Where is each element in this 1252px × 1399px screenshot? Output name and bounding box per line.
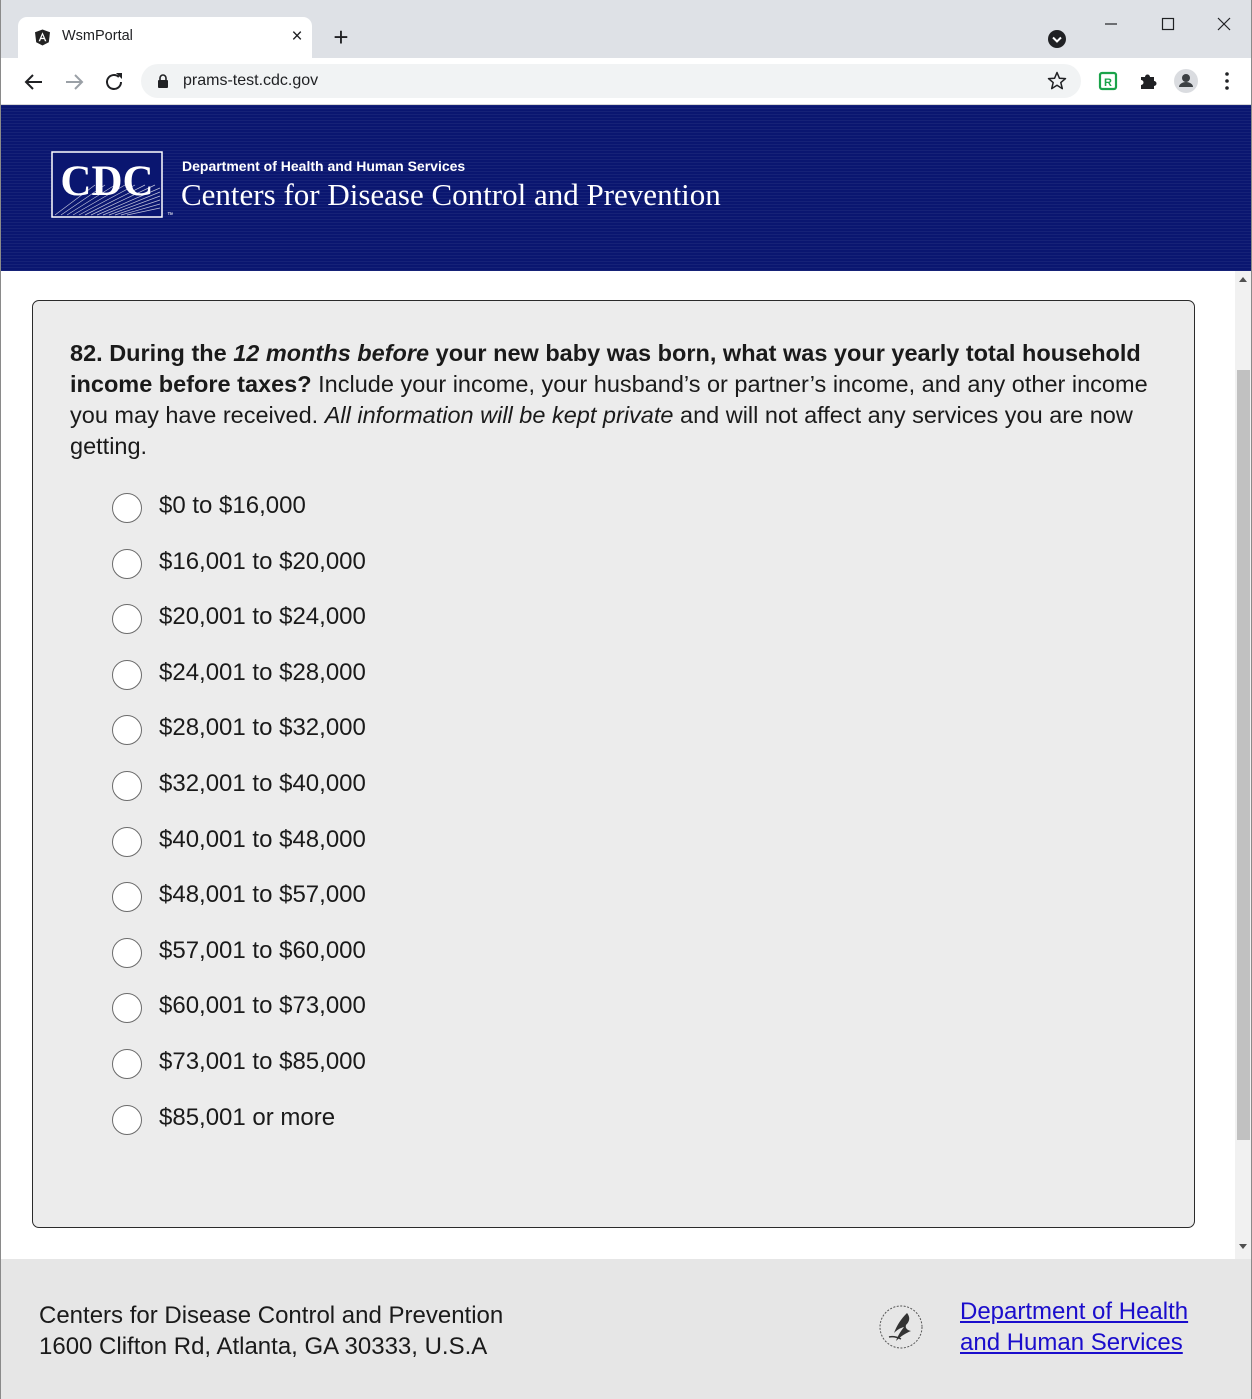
page-scrollbar[interactable] bbox=[1235, 271, 1251, 1259]
scroll-up-arrow-icon[interactable] bbox=[1239, 277, 1247, 282]
radio-button[interactable] bbox=[112, 548, 142, 579]
radio-button[interactable] bbox=[112, 937, 142, 968]
option-label[interactable]: $57,001 to $60,000 bbox=[159, 937, 366, 965]
question-text: 82. During the 12 months before your new… bbox=[70, 338, 1170, 462]
lock-icon[interactable] bbox=[157, 74, 169, 88]
extensions-puzzle-icon[interactable] bbox=[1135, 68, 1161, 94]
option-row[interactable]: $60,001 to $73,000 bbox=[112, 991, 612, 1031]
radio-button[interactable] bbox=[112, 826, 142, 857]
option-row[interactable]: $73,001 to $85,000 bbox=[112, 1047, 612, 1087]
cdc-logo[interactable]: CDC ™ bbox=[51, 151, 173, 219]
radio-button[interactable] bbox=[112, 659, 142, 690]
cdc-header-banner: CDC ™ Department of Health and Human Ser… bbox=[1, 105, 1251, 271]
option-label[interactable]: $28,001 to $32,000 bbox=[159, 714, 366, 742]
option-row[interactable]: $28,001 to $32,000 bbox=[112, 713, 612, 753]
option-row[interactable]: $57,001 to $60,000 bbox=[112, 936, 612, 976]
question-number: 82. bbox=[70, 340, 103, 366]
option-row[interactable]: $32,001 to $40,000 bbox=[112, 769, 612, 809]
option-row[interactable]: $48,001 to $57,000 bbox=[112, 880, 612, 920]
svg-text:™: ™ bbox=[167, 212, 173, 219]
browser-toolbar: prams-test.cdc.gov R bbox=[1, 58, 1251, 105]
maximize-icon[interactable] bbox=[1153, 10, 1183, 38]
option-row[interactable]: $16,001 to $20,000 bbox=[112, 547, 612, 587]
radio-button[interactable] bbox=[112, 1049, 142, 1079]
browser-tab[interactable]: WsmPortal × bbox=[18, 17, 312, 58]
department-name: Department of Health and Human Services bbox=[182, 158, 466, 174]
radio-button[interactable] bbox=[112, 493, 142, 523]
option-label[interactable]: $40,001 to $48,000 bbox=[159, 826, 366, 854]
scroll-down-arrow-icon[interactable] bbox=[1239, 1244, 1247, 1249]
question-prompt-emphasis: 12 months before bbox=[233, 340, 430, 366]
option-row[interactable]: $0 to $16,000 bbox=[112, 491, 612, 531]
hhs-eagle-logo bbox=[879, 1305, 923, 1349]
agency-name[interactable]: Centers for Disease Control and Preventi… bbox=[181, 177, 721, 213]
page-footer: Centers for Disease Control and Preventi… bbox=[1, 1259, 1251, 1399]
svg-text:R: R bbox=[1104, 77, 1112, 89]
option-label[interactable]: $20,001 to $24,000 bbox=[159, 603, 366, 631]
option-label[interactable]: $48,001 to $57,000 bbox=[159, 881, 366, 909]
radio-button[interactable] bbox=[112, 771, 142, 801]
forward-arrow-icon[interactable] bbox=[61, 69, 87, 95]
hhs-link[interactable]: Department of Health and Human Services bbox=[960, 1296, 1220, 1358]
option-row[interactable]: $85,001 or more bbox=[112, 1103, 612, 1143]
minimize-icon[interactable] bbox=[1096, 10, 1126, 38]
url-text[interactable]: prams-test.cdc.gov bbox=[183, 72, 318, 90]
option-label[interactable]: $0 to $16,000 bbox=[159, 492, 306, 520]
footer-org-name: Centers for Disease Control and Preventi… bbox=[39, 1302, 504, 1329]
option-row[interactable]: $20,001 to $24,000 bbox=[112, 602, 612, 642]
close-window-icon[interactable] bbox=[1209, 10, 1239, 38]
question-privacy-note: All information will be kept private bbox=[324, 402, 674, 428]
profile-avatar-icon[interactable] bbox=[1173, 68, 1199, 94]
radio-button[interactable] bbox=[112, 993, 142, 1024]
question-prompt-1: During the bbox=[109, 340, 234, 366]
option-label[interactable]: $32,001 to $40,000 bbox=[159, 770, 366, 798]
kebab-menu-icon[interactable] bbox=[1214, 68, 1240, 94]
radio-button[interactable] bbox=[112, 882, 142, 913]
bookmark-star-icon[interactable] bbox=[1046, 70, 1068, 92]
tab-close-icon[interactable]: × bbox=[286, 25, 308, 49]
new-tab-button[interactable]: + bbox=[329, 24, 353, 50]
tab-title: WsmPortal bbox=[62, 28, 133, 44]
radio-button[interactable] bbox=[112, 604, 142, 635]
option-label[interactable]: $85,001 or more bbox=[159, 1104, 335, 1132]
back-arrow-icon[interactable] bbox=[21, 69, 47, 95]
option-label[interactable]: $16,001 to $20,000 bbox=[159, 548, 366, 576]
footer-address: 1600 Clifton Rd, Atlanta, GA 30333, U.S.… bbox=[39, 1333, 488, 1360]
address-bar[interactable]: prams-test.cdc.gov bbox=[141, 64, 1081, 98]
question-card: 82. During the 12 months before your new… bbox=[32, 300, 1195, 1228]
option-label[interactable]: $73,001 to $85,000 bbox=[159, 1048, 366, 1076]
browser-window: WsmPortal × + prams-test.cdc.gov R CDC D… bbox=[0, 0, 1252, 1399]
reload-icon[interactable] bbox=[101, 69, 127, 95]
angular-favicon-icon bbox=[35, 29, 50, 46]
tab-strip: WsmPortal × + bbox=[1, 0, 1251, 58]
extension-green-icon[interactable]: R bbox=[1095, 68, 1121, 94]
option-row[interactable]: $24,001 to $28,000 bbox=[112, 658, 612, 698]
tab-search-icon[interactable] bbox=[1047, 29, 1067, 49]
option-label[interactable]: $24,001 to $28,000 bbox=[159, 659, 366, 687]
scrollbar-thumb[interactable] bbox=[1237, 370, 1250, 1140]
option-row[interactable]: $40,001 to $48,000 bbox=[112, 825, 612, 865]
svg-text:CDC: CDC bbox=[60, 158, 153, 205]
option-label[interactable]: $60,001 to $73,000 bbox=[159, 992, 366, 1020]
radio-button[interactable] bbox=[112, 715, 142, 746]
radio-button[interactable] bbox=[112, 1104, 142, 1135]
